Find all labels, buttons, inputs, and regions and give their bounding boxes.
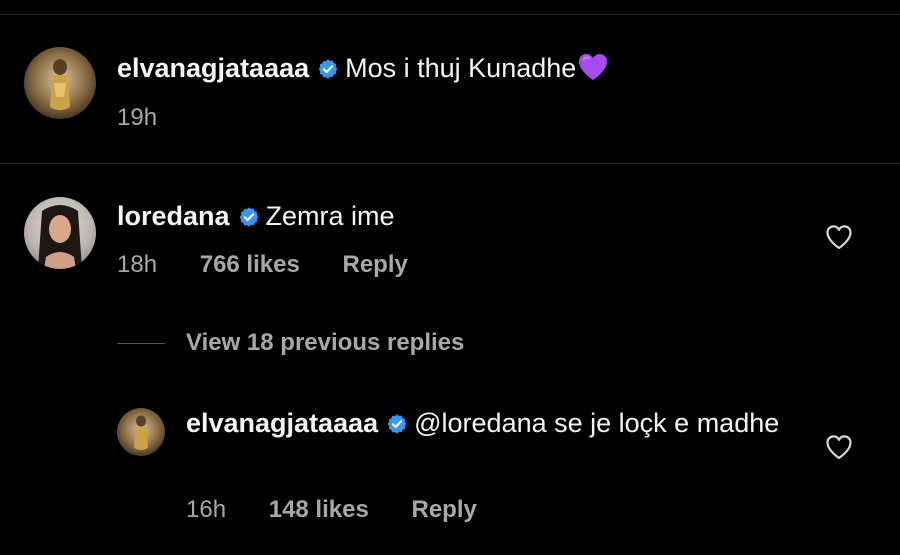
reply-button[interactable]: Reply [342,251,407,278]
reply-comment: elvanagjataaaa @loredana se je loçk e mad… [186,406,806,440]
avatar[interactable] [24,47,96,119]
comment-text: Zemra ime [265,201,395,231]
comment-time: 16h [186,496,227,523]
mention-link[interactable]: @loredana [414,408,547,438]
comment-text: se je loçk e madhe [546,408,780,438]
username[interactable]: elvanagjataaaa [117,53,309,83]
comment-text: Mos i thuj Kunadhe [345,53,577,83]
comment-header: elvanagjataaaa Mos i thuj Kunadhe [117,51,608,85]
view-previous-replies-button[interactable]: View 18 previous replies [186,328,464,358]
verified-badge-icon [238,206,260,228]
comment-time: 19h [117,104,158,131]
avatar-image [117,408,165,456]
comment-header: loredana Zemra ime [117,199,395,233]
comment-time: 18h [117,251,158,278]
heart-outline-icon[interactable] [825,224,853,250]
avatar[interactable] [117,408,165,456]
purple-heart-icon [578,53,608,81]
avatar-image [24,47,96,119]
reply-button[interactable]: Reply [411,496,476,523]
comment-meta: 16h 148 likes Reply [186,495,477,525]
likes-count[interactable]: 766 likes [200,251,300,278]
verified-badge-icon [386,413,408,435]
username[interactable]: elvanagjataaaa [186,408,378,438]
caption-divider [0,163,900,164]
heart-outline-icon[interactable] [825,434,853,460]
comment-meta: 18h 766 likes Reply [117,250,408,280]
avatar[interactable] [24,197,96,269]
avatar-image [24,197,96,269]
replies-line [117,343,165,344]
verified-badge-icon [317,58,339,80]
likes-count[interactable]: 148 likes [269,496,369,523]
username[interactable]: loredana [117,201,230,231]
top-divider [0,14,900,15]
